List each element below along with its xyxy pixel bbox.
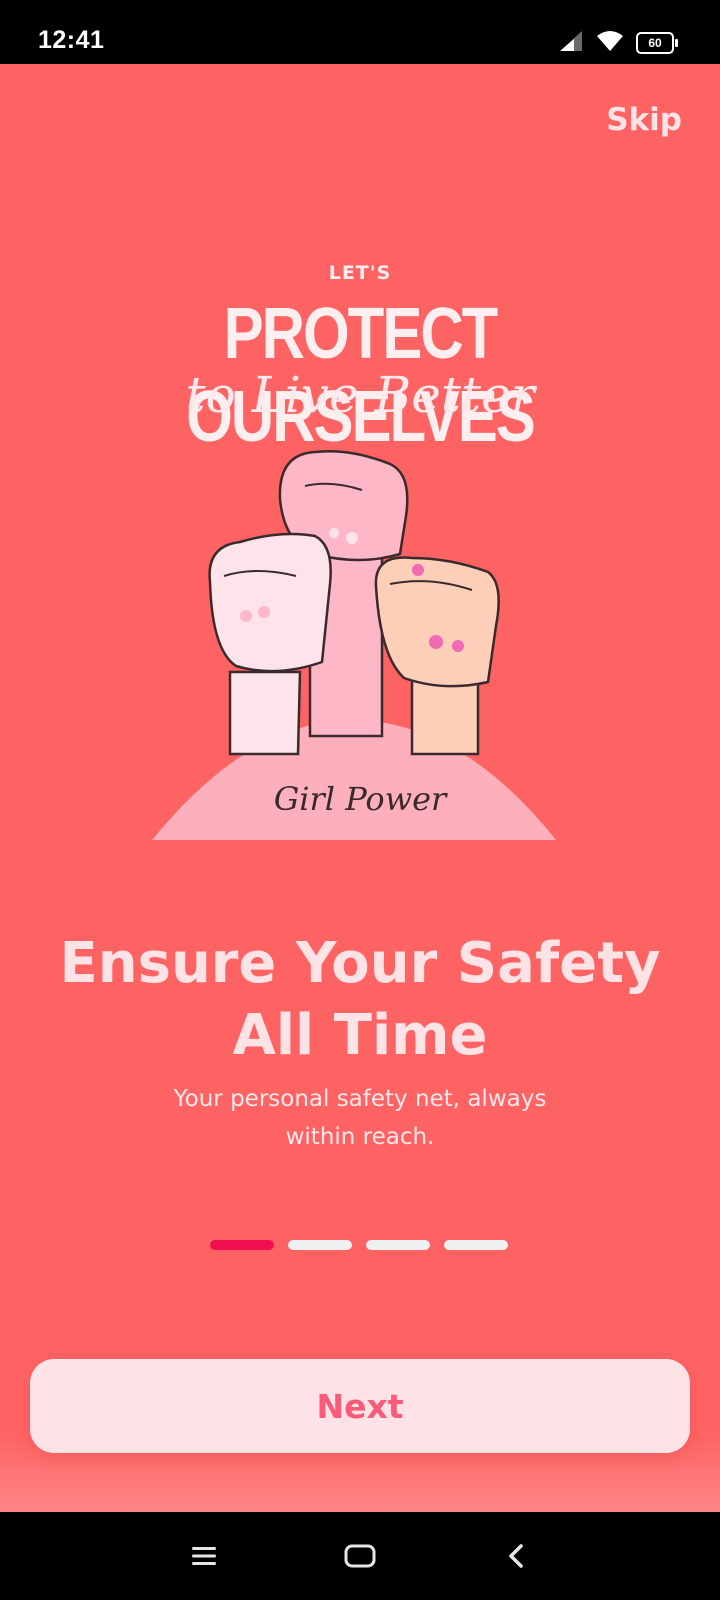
page-subtitle: Your personal safety net, always within …	[140, 1080, 580, 1156]
signal-icon	[558, 30, 584, 56]
hero-illustration: LET'S PROTECT OURSELVES to Live Better G…	[100, 254, 620, 864]
hero-badge: Girl Power	[273, 780, 447, 818]
subtitle-line-1: Your personal safety net, always	[173, 1086, 547, 1112]
subtitle-line-2: within reach.	[285, 1124, 435, 1150]
title-line-2: All Time	[232, 1003, 488, 1068]
next-button[interactable]: Next	[30, 1359, 690, 1453]
skip-button[interactable]: Skip	[606, 102, 682, 138]
status-bar: 12:41 60	[0, 0, 720, 64]
title-line-1: Ensure Your Safety	[59, 931, 661, 996]
back-icon[interactable]	[492, 1532, 540, 1580]
hero-kicker: LET'S	[328, 262, 392, 284]
status-time: 12:41	[38, 26, 105, 54]
onboarding-screen: Skip LET'S PROTECT OURSELVES to Live Bet…	[0, 64, 720, 1512]
page-title: Ensure Your Safety All Time	[0, 928, 720, 1072]
battery-level: 60	[648, 36, 662, 50]
page-indicator-dot-3[interactable]	[366, 1240, 430, 1250]
hero-script: to Live Better	[185, 366, 535, 424]
page-indicator-dot-2[interactable]	[288, 1240, 352, 1250]
home-icon[interactable]	[336, 1532, 384, 1580]
battery-icon: 60	[636, 32, 678, 54]
wifi-icon	[596, 30, 624, 56]
page-indicator	[210, 1240, 508, 1250]
system-nav-bar	[0, 1512, 720, 1600]
page-indicator-dot-1[interactable]	[210, 1240, 274, 1250]
menu-icon[interactable]	[180, 1532, 228, 1580]
page-indicator-dot-4[interactable]	[444, 1240, 508, 1250]
status-icons: 60	[558, 28, 678, 58]
